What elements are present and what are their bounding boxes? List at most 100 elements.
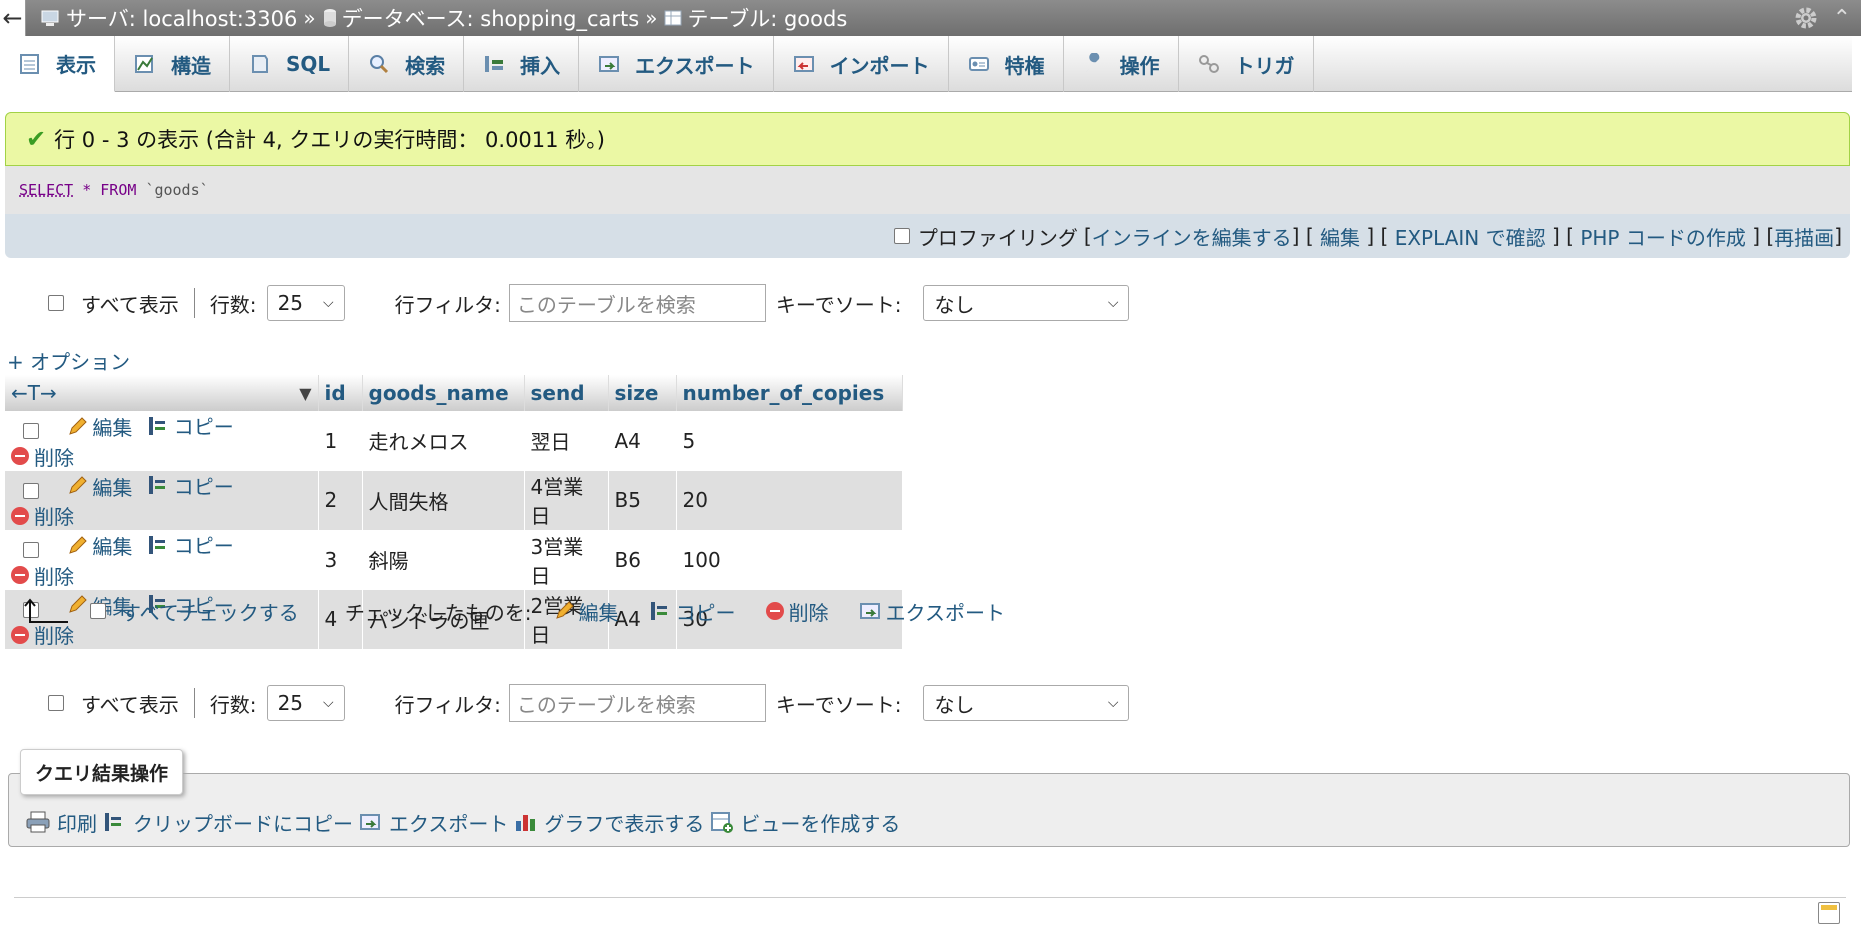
action-label: コピー: [173, 474, 234, 499]
edit-row-button[interactable]: 編集: [67, 531, 132, 560]
edit-query-link[interactable]: 編集: [1320, 222, 1360, 251]
bracket: [: [1083, 224, 1092, 248]
back-arrow-icon[interactable]: ←: [0, 0, 26, 36]
tab-sql[interactable]: SQL: [230, 36, 350, 92]
breadcrumb-server[interactable]: サーバ: localhost:3306: [40, 3, 297, 33]
tab-export[interactable]: エクスポート: [579, 36, 774, 92]
arrow-up-left-icon: [24, 598, 68, 623]
collapse-icon[interactable]: ⌃: [1833, 6, 1851, 31]
rows-select[interactable]: 25 ⌵: [266, 285, 345, 321]
copy-icon: [148, 535, 165, 554]
cell-id[interactable]: 2: [318, 470, 363, 530]
row-checkbox[interactable]: [23, 423, 39, 439]
pencil-icon: [555, 601, 574, 619]
tab-operations[interactable]: 操作: [1064, 36, 1179, 92]
print-link[interactable]: 印刷: [25, 808, 97, 837]
copy-to-clipboard-link[interactable]: クリップボードにコピー: [103, 808, 353, 837]
column-header-send[interactable]: send: [524, 375, 609, 411]
row-filter-input[interactable]: このテーブルを検索: [508, 684, 766, 722]
delete-row-button[interactable]: 削除: [11, 501, 74, 530]
tab-triggers[interactable]: トリガ: [1179, 36, 1314, 92]
refresh-link[interactable]: 再描画: [1774, 222, 1834, 251]
cell-send[interactable]: 4営業日: [524, 470, 609, 530]
delete-row-button[interactable]: 削除: [11, 561, 74, 590]
sort-by-key-select[interactable]: なし ⌵: [923, 685, 1130, 721]
bracket: ]: [1291, 224, 1300, 248]
sql-icon: [252, 55, 268, 73]
check-all-checkbox[interactable]: [90, 603, 106, 619]
cell-goods-name[interactable]: 人間失格: [362, 470, 525, 530]
tab-structure[interactable]: 構造: [115, 36, 230, 92]
cell-copies[interactable]: 5: [676, 411, 903, 471]
sql-star: *: [82, 181, 92, 199]
create-view-link[interactable]: ビューを作成する: [710, 808, 900, 837]
copy-icon: [148, 416, 165, 435]
bulk-edit-button[interactable]: 編集: [554, 597, 619, 626]
copy-row-button[interactable]: コピー: [147, 411, 234, 440]
cell-id[interactable]: 3: [318, 530, 363, 590]
row-filter-input[interactable]: このテーブルを検索: [508, 284, 766, 322]
browse-icon: [20, 53, 39, 74]
cell-send[interactable]: 翌日: [524, 411, 609, 471]
chart-label: グラフで表示する: [544, 811, 705, 836]
sql-query-display[interactable]: SELECT * FROM `goods`: [5, 166, 1850, 214]
delete-row-button[interactable]: 削除: [11, 442, 74, 471]
column-move-arrows[interactable]: ←T→: [11, 381, 57, 405]
row-checkbox[interactable]: [23, 542, 39, 558]
check-all-label[interactable]: すべてチェックする: [121, 597, 299, 626]
row-checkbox[interactable]: [23, 482, 39, 499]
breadcrumb-table[interactable]: テーブル: goods: [663, 3, 847, 33]
column-header-id[interactable]: id: [318, 375, 363, 411]
copy-row-button[interactable]: コピー: [147, 530, 234, 559]
bottom-divider: [14, 897, 1846, 898]
tab-privileges[interactable]: 特権: [949, 36, 1064, 92]
show-all-checkbox[interactable]: [48, 695, 64, 711]
sort-label: キーでソート:: [775, 292, 902, 317]
bracket: ]: [1834, 224, 1842, 248]
display-chart-link[interactable]: グラフで表示する: [514, 808, 704, 837]
pencil-icon: [69, 535, 88, 554]
bulk-export-button[interactable]: エクスポート: [859, 597, 1005, 626]
cell-size[interactable]: B5: [608, 470, 677, 530]
export-link[interactable]: エクスポート: [359, 808, 508, 837]
show-all-checkbox[interactable]: [48, 295, 64, 311]
edit-row-button[interactable]: 編集: [67, 472, 132, 501]
edit-row-button[interactable]: 編集: [67, 412, 132, 441]
column-menu-triangle-icon[interactable]: ▼: [299, 384, 311, 403]
column-header-size[interactable]: size: [608, 375, 677, 411]
tab-browse[interactable]: 表示: [0, 36, 115, 92]
column-header-goods-name[interactable]: goods_name: [362, 375, 525, 411]
cell-goods-name[interactable]: 斜陽: [362, 530, 525, 590]
cell-copies[interactable]: 100: [676, 530, 903, 590]
cell-send[interactable]: 3営業日: [524, 530, 609, 590]
bulk-delete-button[interactable]: 削除: [765, 597, 829, 626]
console-toggle-icon[interactable]: [1818, 902, 1840, 924]
cell-goods-name[interactable]: 走れメロス: [362, 411, 525, 471]
php-code-link[interactable]: PHP コードの作成: [1580, 222, 1746, 251]
cell-size[interactable]: A4: [608, 411, 677, 471]
copy-row-button[interactable]: コピー: [147, 471, 234, 500]
gear-icon[interactable]: [1793, 5, 1819, 31]
column-header-number-of-copies[interactable]: number_of_copies: [676, 375, 903, 411]
bulk-copy-button[interactable]: コピー: [649, 597, 736, 626]
wrench-icon: [1085, 53, 1099, 72]
tab-insert[interactable]: 挿入: [464, 36, 580, 92]
profiling-checkbox[interactable]: [893, 228, 910, 244]
tab-import[interactable]: インポート: [774, 36, 949, 92]
tab-label: 挿入: [520, 53, 561, 78]
options-toggle[interactable]: + オプション: [7, 346, 130, 375]
breadcrumb-database[interactable]: データベース: shopping_carts: [322, 3, 639, 33]
cell-id[interactable]: 1: [318, 411, 363, 471]
copy-icon: [105, 813, 121, 831]
tab-search[interactable]: 検索: [349, 36, 465, 92]
cell-copies[interactable]: 20: [676, 470, 903, 530]
explain-link[interactable]: EXPLAIN で確認: [1395, 222, 1546, 251]
sort-by-key-select[interactable]: なし ⌵: [923, 285, 1130, 321]
rows-select[interactable]: 25 ⌵: [266, 685, 345, 721]
cell-size[interactable]: B6: [608, 530, 677, 590]
table-icon: [664, 10, 682, 26]
inline-edit-link[interactable]: インラインを編集する: [1092, 222, 1292, 251]
clipboard-label: クリップボードにコピー: [133, 811, 353, 836]
profiling-label: プロファイリング: [917, 225, 1078, 250]
create-view-icon: [711, 812, 734, 833]
